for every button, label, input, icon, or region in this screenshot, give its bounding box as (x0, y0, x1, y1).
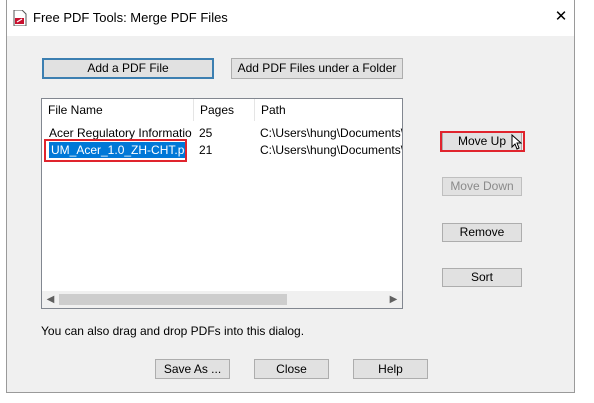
save-as-button[interactable]: Save As ... (155, 359, 230, 379)
column-header-path[interactable]: Path (255, 99, 402, 121)
scroll-left-icon[interactable]: ◀ (42, 291, 59, 308)
title-bar: Free PDF Tools: Merge PDF Files ✕ (7, 0, 574, 36)
selection-highlight-box (44, 139, 187, 162)
mouse-cursor-icon (511, 134, 522, 150)
drag-drop-hint: You can also drag and drop PDFs into thi… (41, 324, 305, 338)
horizontal-scrollbar[interactable]: ◀ ▶ (42, 291, 402, 308)
add-pdf-file-button[interactable]: Add a PDF File (42, 58, 214, 79)
window-title: Free PDF Tools: Merge PDF Files (33, 10, 228, 25)
add-pdf-folder-button[interactable]: Add PDF Files under a Folder (231, 58, 403, 79)
move-down-button[interactable]: Move Down (442, 177, 522, 196)
remove-button[interactable]: Remove (442, 223, 522, 242)
row-2-path: C:\Users\hung\Documents\U (260, 143, 402, 157)
file-list[interactable]: File Name Pages Path Acer Regulatory Inf… (41, 98, 403, 309)
close-icon[interactable]: ✕ (551, 7, 571, 27)
row-1-pages: 25 (199, 126, 213, 140)
sort-button[interactable]: Sort (442, 268, 522, 287)
pdf-app-icon (13, 10, 27, 26)
column-header-pages[interactable]: Pages (194, 99, 255, 121)
scroll-right-icon[interactable]: ▶ (385, 291, 402, 308)
help-button[interactable]: Help (353, 359, 428, 379)
close-button[interactable]: Close (254, 359, 329, 379)
row-2-pages: 21 (199, 143, 213, 157)
column-header-file-name[interactable]: File Name (42, 99, 194, 121)
scroll-thumb[interactable] (59, 294, 287, 305)
merge-pdf-dialog: Free PDF Tools: Merge PDF Files ✕ Add a … (6, 0, 575, 393)
row-1-path: C:\Users\hung\Documents\U (260, 126, 402, 140)
